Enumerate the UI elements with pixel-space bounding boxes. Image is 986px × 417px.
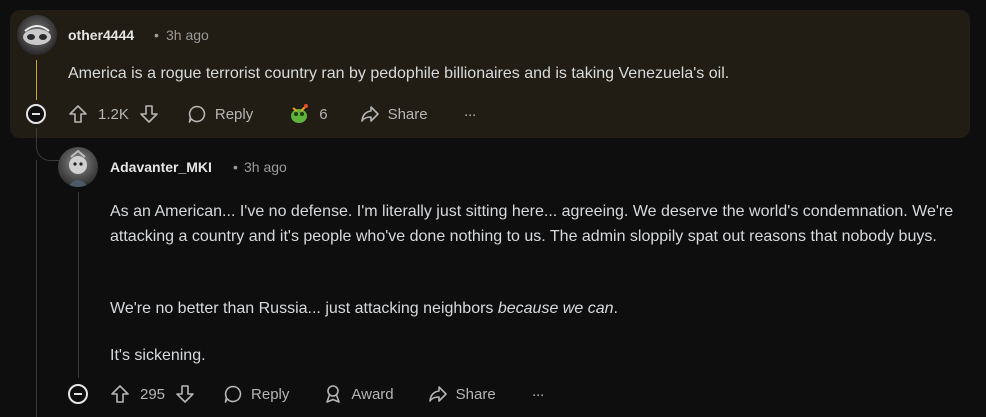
reply-button[interactable]: Reply [223, 384, 289, 404]
award-icon [291, 104, 309, 123]
comment-timestamp[interactable]: 3h ago [166, 27, 209, 43]
upvote-button[interactable]: 1.2K [68, 104, 129, 124]
comment-body-paragraph: As an American... I've no defense. I'm l… [110, 203, 954, 245]
paragraph-text: . [613, 300, 618, 317]
upvote-icon [111, 385, 129, 403]
vote-count: 295 [140, 385, 166, 403]
more-icon: ··· [531, 385, 545, 403]
award-label: Award [351, 385, 394, 403]
more-options-button[interactable]: ··· [463, 105, 477, 123]
vote-count: 1.2K [98, 105, 129, 123]
more-options-button[interactable]: ··· [531, 385, 545, 403]
comment-actions: 1.2K Reply 6 Share ··· [68, 98, 477, 130]
upvote-button[interactable]: 295 [110, 384, 165, 404]
upvote-icon [69, 105, 87, 123]
reply-icon [188, 105, 206, 123]
meta-separator: • [154, 27, 159, 43]
share-icon [360, 106, 379, 122]
comment-thread: other4444 • 3h ago America is a rogue te… [0, 0, 986, 417]
award-button[interactable]: Award [323, 384, 394, 404]
thread-line[interactable] [36, 60, 37, 100]
collapse-icon[interactable] [68, 384, 88, 404]
comment-body-paragraph: We're no better than Russia... just atta… [110, 296, 618, 321]
reply-icon [224, 385, 242, 403]
award-button[interactable]: 6 [287, 102, 328, 126]
award-count: 6 [319, 105, 328, 123]
avatar-image [68, 149, 88, 187]
comment-timestamp[interactable]: 3h ago [244, 159, 287, 175]
paragraph-text: We're no better than Russia... just atta… [110, 300, 498, 317]
avatar[interactable] [17, 15, 57, 55]
comment-actions: 295 Reply Award Share ··· [110, 378, 545, 410]
award-icon [326, 385, 341, 403]
comment-author[interactable]: Adavanter_MKI [110, 159, 212, 175]
emphasis-text: because we can [497, 300, 614, 317]
share-button[interactable]: Share [360, 104, 428, 124]
comment-body-paragraph: It's sickening. [110, 347, 206, 364]
reply-button[interactable]: Reply [187, 104, 253, 124]
downvote-button[interactable] [175, 384, 195, 404]
share-label: Share [455, 385, 496, 403]
thread-line[interactable] [78, 192, 79, 378]
avatar-image [23, 25, 51, 45]
downvote-icon [140, 105, 158, 123]
collapse-icon[interactable] [26, 104, 46, 124]
more-icon: ··· [463, 105, 477, 123]
thread-line[interactable] [36, 160, 37, 417]
share-icon [428, 386, 447, 402]
comment-body: America is a rogue terrorist country ran… [68, 65, 730, 82]
share-button[interactable]: Share [428, 384, 496, 404]
comment-author[interactable]: other4444 [68, 27, 134, 43]
downvote-button[interactable] [139, 104, 159, 124]
reply-label: Reply [214, 105, 254, 123]
share-label: Share [387, 105, 428, 123]
avatar[interactable] [58, 147, 98, 187]
reply-label: Reply [251, 385, 290, 403]
meta-separator: • [233, 159, 238, 175]
reply-connector [36, 128, 61, 161]
downvote-icon [176, 385, 194, 403]
